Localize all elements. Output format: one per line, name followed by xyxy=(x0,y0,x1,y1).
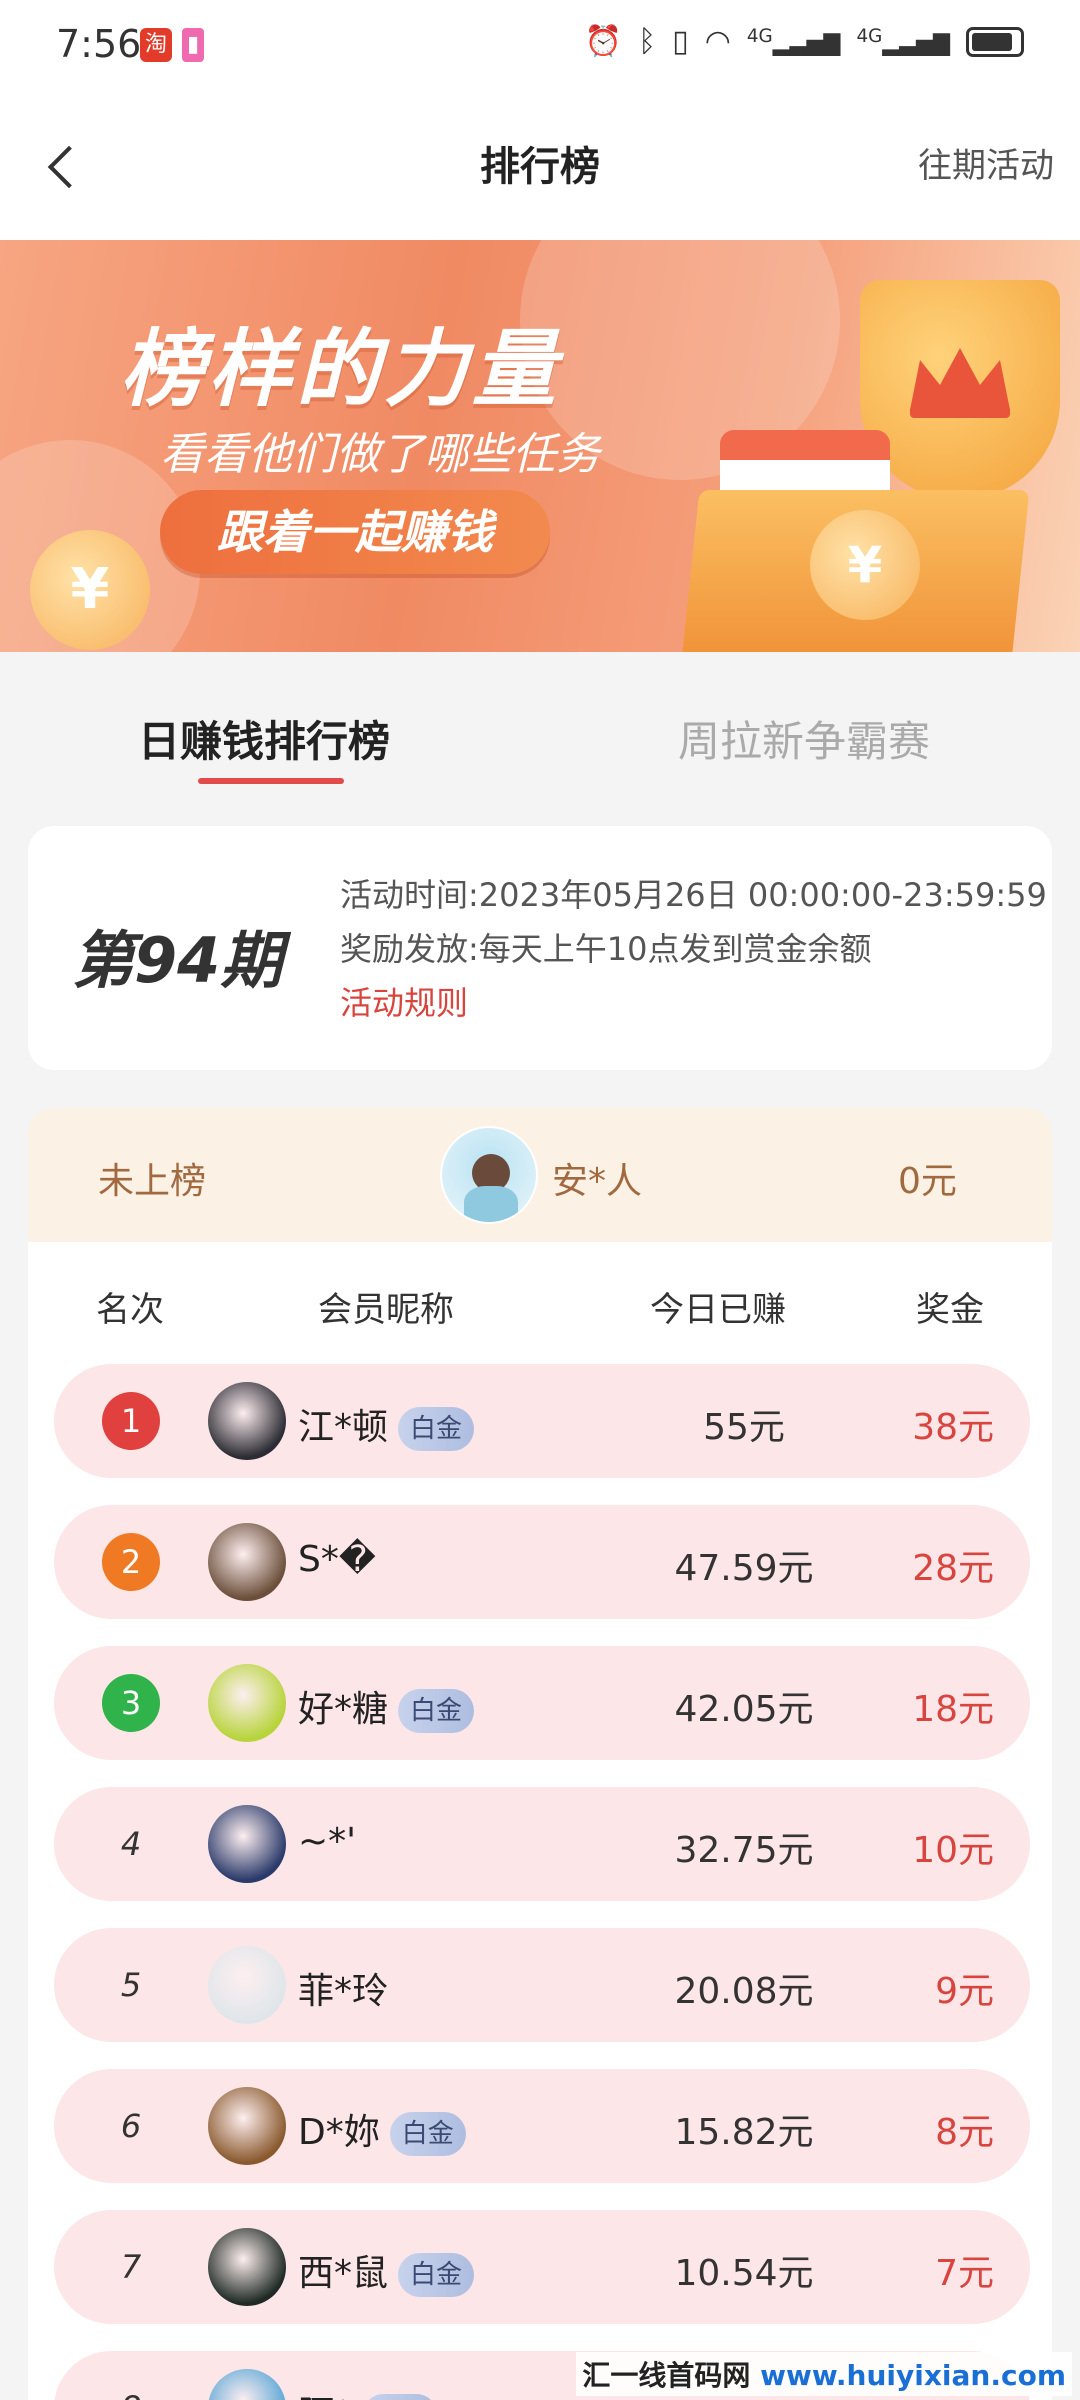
rank-number: 7 xyxy=(120,2248,142,2286)
avatar xyxy=(208,2228,286,2306)
avatar xyxy=(208,1523,286,1601)
banner-subtitle: 看看他们做了哪些任务 xyxy=(160,429,600,480)
earned-today: 47.59元 xyxy=(674,1548,814,1589)
status-time: 7:56 xyxy=(56,22,142,66)
avatar xyxy=(208,1946,286,2024)
table-row[interactable]: 1 江*顿 白金 55元 38元 xyxy=(54,1364,1030,1478)
member-nickname: ~*' xyxy=(298,1821,356,1862)
bonus-amount: 7元 xyxy=(935,2253,994,2294)
bonus-amount: 10元 xyxy=(912,1830,994,1871)
promo-banner[interactable]: ¥ ¥ 榜样的力量 看看他们做了哪些任务 跟着一起赚钱 xyxy=(0,240,1080,652)
member-nickname: 菲*玲 xyxy=(298,1962,388,2014)
column-header-earned: 今日已赚 xyxy=(650,1290,786,1330)
signal-icon: 4G▂▃▅▇ xyxy=(856,26,950,57)
table-row[interactable]: 4 ~*' 32.75元 10元 xyxy=(54,1787,1030,1901)
bonus-amount: 38元 xyxy=(912,1407,994,1448)
table-row[interactable]: 5 菲*玲 20.08元 9元 xyxy=(54,1928,1030,2042)
status-icons: ⏰ ᛒ ▯ ◠ 4G▂▃▅▇ 4G▂▃▅▇ xyxy=(585,24,1024,59)
tab-active-indicator xyxy=(198,778,344,784)
coin-icon: ¥ xyxy=(810,510,920,620)
bonus-amount: 18元 xyxy=(912,1689,994,1730)
tier-badge: 白金 xyxy=(389,2112,466,2156)
period-card: 第94期 活动时间:2023年05月26日 00:00:00-23:59:59 … xyxy=(28,826,1052,1070)
rank-number: 5 xyxy=(120,1966,142,2004)
member-nickname: 好*糖 白金 xyxy=(298,1680,475,1733)
app-badge-icon: ▮ xyxy=(182,28,204,62)
earned-today: 20.08元 xyxy=(674,1971,814,2012)
column-header-rank: 名次 xyxy=(96,1290,164,1330)
nickname-text: ~*' xyxy=(298,1821,357,1862)
my-nickname: 安*人 xyxy=(552,1161,643,1202)
bluetooth-icon: ᛒ xyxy=(638,24,657,59)
table-row[interactable]: 3 好*糖 白金 42.05元 18元 xyxy=(54,1646,1030,1760)
rank-number: 8 xyxy=(102,2379,160,2400)
battery-icon xyxy=(966,26,1024,57)
watermark: 汇一线首码网 www.huiyixian.com xyxy=(576,2352,1072,2396)
avatar xyxy=(440,1126,538,1224)
table-row[interactable]: 2 S*� 47.59元 28元 xyxy=(54,1505,1030,1619)
vibrate-icon: ▯ xyxy=(672,24,689,59)
column-header-nickname: 会员昵称 xyxy=(318,1290,454,1330)
earned-today: 32.75元 xyxy=(674,1830,814,1871)
nickname-text: 西*鼠 xyxy=(298,2253,389,2294)
past-activities-link[interactable]: 往期活动 xyxy=(918,138,1054,187)
my-amount: 0元 xyxy=(898,1161,957,1202)
rank-number: 4 xyxy=(120,1825,142,1863)
rank-medal: 1 xyxy=(102,1392,160,1450)
my-rank-row: 未上榜 安*人 0元 xyxy=(28,1108,1052,1242)
avatar xyxy=(208,2087,286,2165)
crown-icon xyxy=(910,348,1010,418)
banner-cta-button[interactable]: 跟着一起赚钱 xyxy=(160,490,550,574)
earned-today: 55元 xyxy=(703,1407,785,1448)
nickname-text: S*� xyxy=(298,1539,376,1580)
tab-weekly-invite[interactable]: 周拉新争霸赛 xyxy=(678,708,930,769)
avatar xyxy=(208,1664,286,1742)
earned-today: 42.05元 xyxy=(674,1689,814,1730)
tier-badge: 白金 xyxy=(398,1689,475,1733)
bonus-amount: 28元 xyxy=(912,1548,994,1589)
tab-bar: 日赚钱排行榜 周拉新争霸赛 xyxy=(0,652,1080,792)
my-rank-status: 未上榜 xyxy=(98,1161,207,1202)
nickname-text: 菲*玲 xyxy=(298,1971,389,2012)
tab-daily-earnings[interactable]: 日赚钱排行榜 xyxy=(138,708,390,769)
avatar xyxy=(208,2369,286,2400)
ranking-card: 未上榜 安*人 0元 名次 会员昵称 今日已赚 奖金 1 江*顿 白金 55元 38元 2… xyxy=(28,1108,1052,2400)
avatar xyxy=(208,1382,286,1460)
signal-icon: 4G▂▃▅▇ xyxy=(746,26,841,57)
table-row[interactable]: 7 西*鼠 白金 10.54元 7元 xyxy=(54,2210,1030,2324)
rank-medal: 3 xyxy=(102,1674,160,1732)
member-nickname: 阿* 白金 xyxy=(298,2385,439,2400)
member-nickname: S*� xyxy=(298,1539,376,1580)
nickname-text: 江*顿 xyxy=(298,1407,389,1448)
tier-badge: 白金 xyxy=(398,1407,475,1451)
period-number: 第94期 xyxy=(72,924,283,997)
nickname-text: 好*糖 xyxy=(298,1689,389,1730)
member-nickname: 西*鼠 白金 xyxy=(298,2244,475,2297)
earned-today: 10.54元 xyxy=(674,2253,814,2294)
rank-number: 6 xyxy=(120,2107,142,2145)
alarm-icon: ⏰ xyxy=(584,24,623,59)
nickname-text: D*妳 xyxy=(298,2112,380,2153)
column-header-bonus: 奖金 xyxy=(916,1290,984,1330)
nav-bar: 排行榜 往期活动 xyxy=(0,92,1080,240)
rules-link[interactable]: 活动规则 xyxy=(340,978,468,1024)
tier-badge: 白金 xyxy=(362,2394,439,2400)
status-bar: 7:56 淘 ▮ ⏰ ᛒ ▯ ◠ 4G▂▃▅▇ 4G▂▃▅▇ xyxy=(0,0,1080,92)
reward-info: 奖励发放:每天上午10点发到赏金余额 xyxy=(340,930,872,968)
bonus-amount: 8元 xyxy=(935,2112,994,2153)
wifi-icon: ◠ xyxy=(704,24,731,59)
coin-icon: ¥ xyxy=(30,530,150,650)
earned-today: 15.82元 xyxy=(674,2112,814,2153)
nickname-text: 阿* xyxy=(298,2394,352,2400)
taobao-badge-icon: 淘 xyxy=(140,28,172,62)
member-nickname: D*妳 白金 xyxy=(298,2103,466,2156)
bonus-amount: 9元 xyxy=(935,1971,994,2012)
member-nickname: 江*顿 白金 xyxy=(298,1398,475,1451)
table-row[interactable]: 6 D*妳 白金 15.82元 8元 xyxy=(54,2069,1030,2183)
tier-badge: 白金 xyxy=(398,2253,475,2297)
rank-medal: 2 xyxy=(102,1533,160,1591)
banner-title: 榜样的力量 xyxy=(120,320,561,418)
avatar xyxy=(208,1805,286,1883)
activity-time: 活动时间:2023年05月26日 00:00:00-23:59:59 xyxy=(340,876,1047,914)
